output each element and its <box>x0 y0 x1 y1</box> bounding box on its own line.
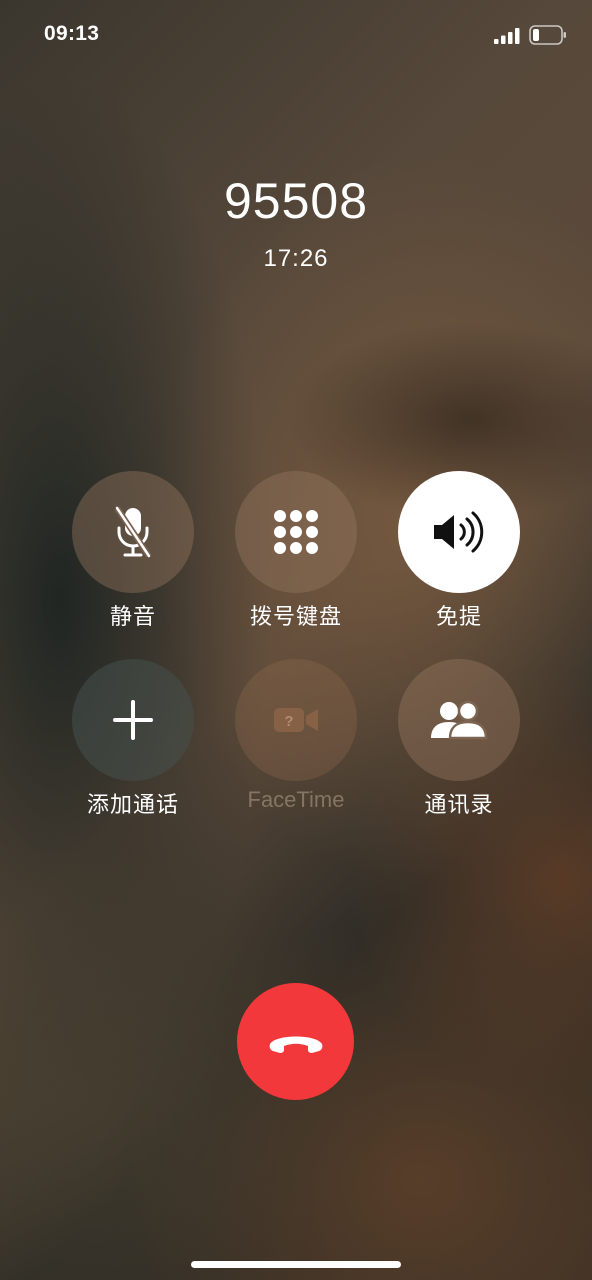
plus-icon <box>113 700 153 740</box>
keypad-circle[interactable] <box>235 471 357 593</box>
contacts-label: 通讯录 <box>424 793 494 818</box>
mute-label: 静音 <box>109 605 156 630</box>
call-duration: 17:26 <box>263 245 329 272</box>
mute-circle[interactable] <box>72 471 194 593</box>
mute-button[interactable]: 静音 <box>48 471 218 651</box>
speaker-button[interactable]: 免提 <box>374 471 544 651</box>
phone-hangup-icon <box>269 1036 322 1053</box>
status-time: 09:13 <box>44 22 100 45</box>
contacts-icon <box>431 700 488 740</box>
svg-text:?: ? <box>284 713 293 730</box>
contacts-circle[interactable] <box>398 659 520 781</box>
keypad-button[interactable]: 拨号键盘 <box>211 471 381 651</box>
status-bar: 09:13 <box>0 0 592 70</box>
speaker-icon <box>434 511 484 553</box>
contacts-button[interactable]: 通讯录 <box>374 659 544 839</box>
battery-icon <box>529 25 566 45</box>
facetime-button: ? FaceTime <box>211 659 381 839</box>
add-call-button[interactable]: 添加通话 <box>48 659 218 839</box>
facetime-circle: ? <box>235 659 357 781</box>
keypad-label: 拨号键盘 <box>249 605 342 630</box>
cellular-signal-icon <box>494 28 520 44</box>
home-indicator[interactable] <box>191 1261 401 1268</box>
keypad-icon <box>274 510 318 554</box>
speaker-circle[interactable] <box>398 471 520 593</box>
add-call-label: 添加通话 <box>86 793 179 818</box>
add-call-circle[interactable] <box>72 659 194 781</box>
end-call-button[interactable] <box>237 983 354 1100</box>
caller-number: 95508 <box>223 173 369 229</box>
video-camera-icon: ? <box>274 708 318 732</box>
speaker-label: 免提 <box>435 605 482 630</box>
facetime-label: FaceTime <box>247 787 345 812</box>
mic-off-icon <box>114 506 152 558</box>
